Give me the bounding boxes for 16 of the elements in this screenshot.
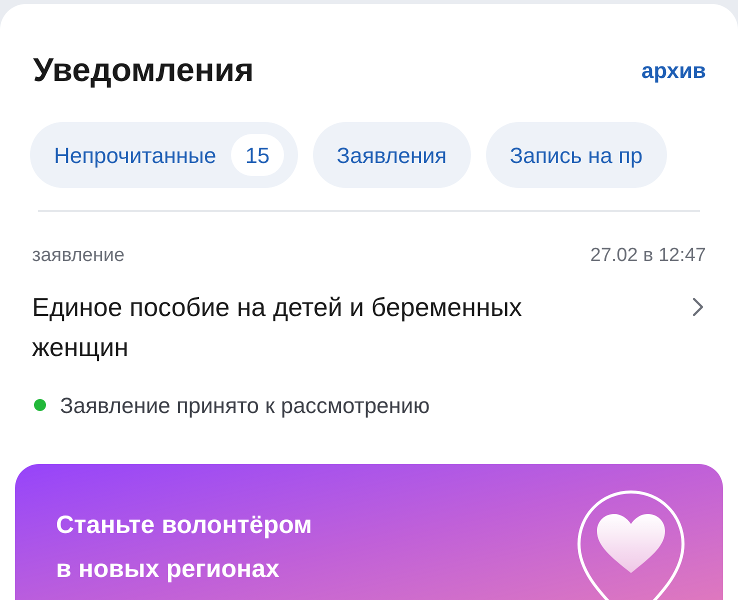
status-text: Заявление принято к рассмотрению — [60, 392, 430, 420]
count-badge: 15 — [231, 134, 284, 176]
page-title: Уведомления — [33, 50, 254, 90]
promo-banner[interactable]: Станьте волонтёром в новых регионах — [15, 464, 723, 600]
banner-text: в новых регионах — [56, 554, 280, 584]
notification-title: Единое пособие на детей и беременных женщин — [32, 290, 524, 364]
notification-category: заявление — [32, 244, 125, 268]
filter-tab[interactable]: Заявления — [312, 122, 471, 188]
chevron-right-icon — [692, 296, 704, 316]
notification-time: 27.02 в 12:47 — [590, 244, 706, 268]
heart-pin-icon — [575, 488, 687, 600]
filter-tab[interactable]: Непрочитанные 15 — [30, 122, 298, 188]
archive-link[interactable]: архив — [641, 54, 706, 86]
filter-tab[interactable]: Запись на пр — [486, 122, 667, 188]
banner-text: Станьте волонтёром — [56, 510, 312, 540]
notification-item[interactable]: заявление 27.02 в 12:47 Единое пособие на детей и беременных женщин Заявление принято к рассмотрению — [0, 212, 738, 422]
